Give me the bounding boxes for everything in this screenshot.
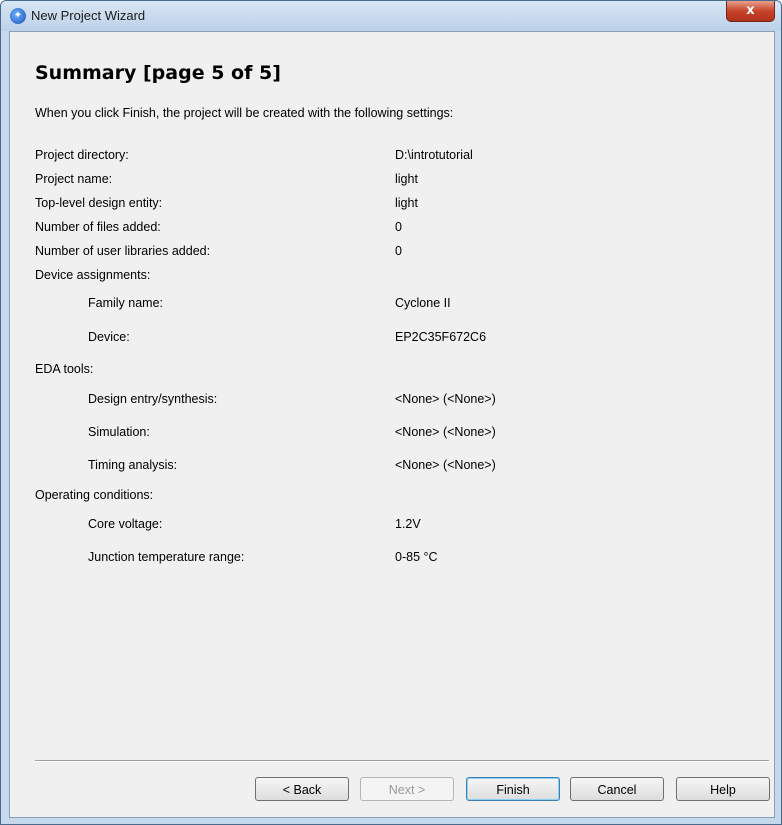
page-title: Summary [page 5 of 5] xyxy=(35,62,281,84)
window-title: New Project Wizard xyxy=(31,8,146,23)
setting-value-timing-analysis: <None> (<None>) xyxy=(395,458,496,472)
setting-value-files-added: 0 xyxy=(395,220,402,234)
cancel-button[interactable]: Cancel xyxy=(570,777,664,801)
setting-label-design-entry: Design entry/synthesis: xyxy=(88,392,218,406)
setting-value-project-name: light xyxy=(395,172,418,186)
setting-label-core-voltage: Core voltage: xyxy=(88,517,163,531)
title-bar[interactable]: ✦ New Project Wizard x xyxy=(1,1,781,31)
section-operating-conditions: Operating conditions: xyxy=(35,488,154,502)
setting-value-project-directory: D:\introtutorial xyxy=(395,148,473,162)
close-button[interactable]: x xyxy=(726,1,775,22)
intro-text: When you click Finish, the project will … xyxy=(35,106,454,120)
setting-value-simulation: <None> (<None>) xyxy=(395,425,496,439)
setting-value-core-voltage: 1.2V xyxy=(395,517,421,531)
wizard-content: Summary [page 5 of 5] When you click Fin… xyxy=(9,31,775,818)
setting-label-top-level-entity: Top-level design entity: xyxy=(35,196,163,210)
setting-value-device: EP2C35F672C6 xyxy=(395,330,487,344)
setting-label-project-directory: Project directory: xyxy=(35,148,129,162)
section-eda-tools: EDA tools: xyxy=(35,362,94,376)
setting-value-design-entry: <None> (<None>) xyxy=(395,392,496,406)
setting-label-user-libraries: Number of user libraries added: xyxy=(35,244,211,258)
setting-label-timing-analysis: Timing analysis: xyxy=(88,458,178,472)
back-button[interactable]: < Back xyxy=(255,777,349,801)
setting-label-junction-temperature: Junction temperature range: xyxy=(88,550,245,564)
finish-button[interactable]: Finish xyxy=(466,777,560,801)
setting-label-project-name: Project name: xyxy=(35,172,113,186)
setting-label-family-name: Family name: xyxy=(88,296,164,310)
wizard-window: ✦ New Project Wizard x Summary [page 5 o… xyxy=(0,0,782,825)
quartus-app-icon: ✦ xyxy=(10,8,26,24)
setting-label-files-added: Number of files added: xyxy=(35,220,161,234)
next-button[interactable]: Next > xyxy=(360,777,454,801)
section-device-assignments: Device assignments: xyxy=(35,268,151,282)
setting-value-top-level-entity: light xyxy=(395,196,418,210)
button-separator xyxy=(35,760,769,762)
help-button[interactable]: Help xyxy=(676,777,770,801)
setting-label-simulation: Simulation: xyxy=(88,425,150,439)
setting-value-user-libraries: 0 xyxy=(395,244,402,258)
setting-label-device: Device: xyxy=(88,330,130,344)
setting-value-family-name: Cyclone II xyxy=(395,296,451,310)
setting-value-junction-temperature: 0-85 °C xyxy=(395,550,438,564)
